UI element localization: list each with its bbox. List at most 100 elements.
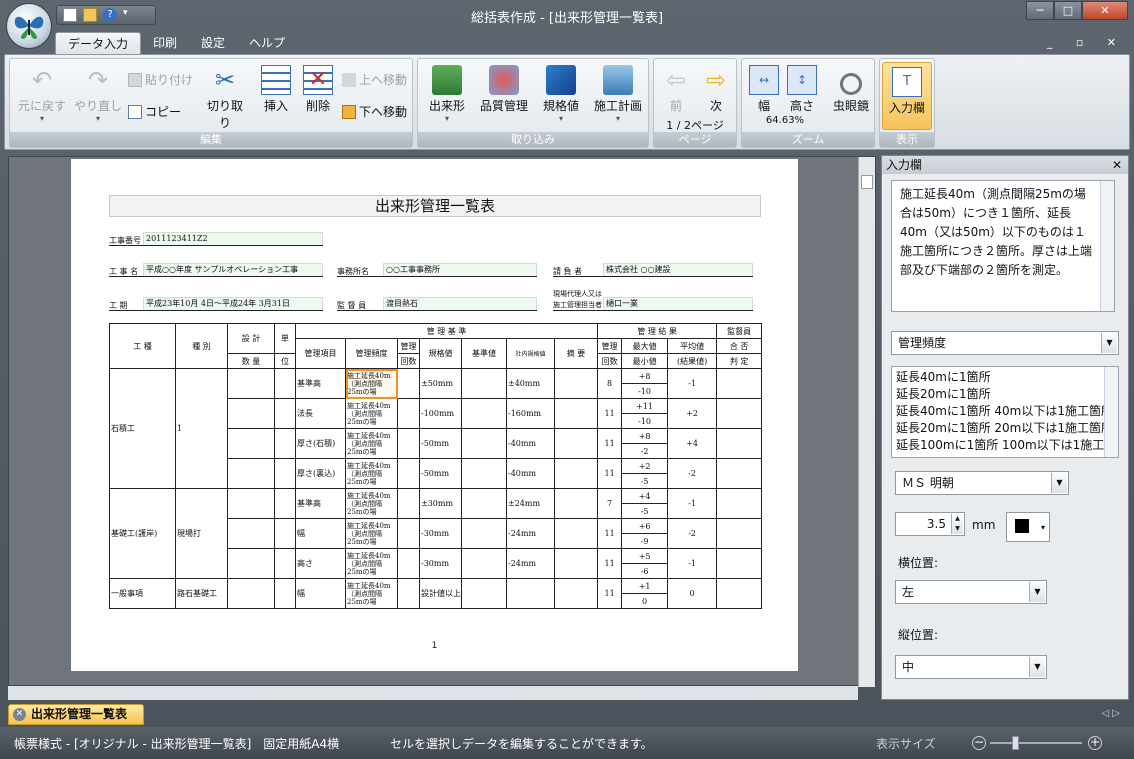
cell-design[interactable] [227, 398, 275, 429]
cell-bikou[interactable] [553, 368, 599, 399]
cell-kikaku[interactable]: ±50mm [419, 368, 462, 399]
cell-kijun[interactable] [461, 488, 507, 519]
redo-button[interactable]: ↷ やり直し ▾ [72, 65, 124, 123]
cell-bikou[interactable] [553, 548, 599, 579]
input-pane-toggle[interactable]: T 入力欄 [882, 62, 932, 130]
cell-unit[interactable] [274, 488, 296, 519]
cell-design[interactable] [227, 548, 275, 579]
cell-unit[interactable] [274, 458, 296, 489]
value-office[interactable]: ○○工事事務所 [383, 263, 537, 277]
cell-shanai[interactable]: ±24mm [506, 488, 555, 519]
cell-count[interactable]: 7 [597, 488, 623, 519]
move-down-button[interactable]: 下へ移動 [342, 103, 407, 120]
cell-kijun[interactable] [461, 578, 507, 609]
cell-shanai[interactable]: -40mm [506, 458, 555, 489]
paste-button[interactable]: 貼り付け [128, 71, 193, 88]
cell-freq[interactable]: 施工延長40m（測点間隔25mの場 [345, 488, 398, 519]
cell-kijun[interactable] [461, 428, 507, 459]
cell-min[interactable]: -6 [621, 563, 669, 579]
value-contractor[interactable]: 株式会社 ○○建設 [603, 263, 753, 277]
cell-unit[interactable] [274, 398, 296, 429]
horizontal-scrollbar[interactable] [8, 686, 858, 700]
cell-unit[interactable] [274, 518, 296, 549]
cell-unit[interactable] [274, 428, 296, 459]
fit-height-button[interactable]: ↕ 高さ [784, 65, 820, 114]
list-item[interactable]: 延長20mに1箇所 [896, 386, 1102, 403]
cell-judge[interactable] [716, 488, 763, 519]
cell-max[interactable]: +8 [621, 428, 669, 444]
fit-width-button[interactable]: ↔ 幅 [746, 65, 782, 114]
cell-min[interactable]: -5 [621, 473, 669, 489]
cell-kijun[interactable] [461, 398, 507, 429]
cell-freq[interactable]: 施工延長40m（測点間隔25mの場 [345, 458, 398, 489]
cell-freq[interactable]: 施工延長40m（測点間隔25mの場 [345, 578, 398, 609]
cell-design[interactable] [227, 488, 275, 519]
copy-button[interactable]: コピー [128, 103, 181, 120]
magnifier-button[interactable]: 虫眼鏡 [828, 73, 874, 114]
size-stepper[interactable]: 3.5 ▲ ▼ [895, 512, 965, 536]
cell-max[interactable]: +11 [621, 398, 669, 414]
v-position-select[interactable]: 中 ▼ [895, 655, 1047, 679]
dekigata-button[interactable]: 出来形 ▾ [422, 65, 472, 123]
cell-shubetsu[interactable]: 路石基礎工 [175, 578, 228, 609]
cell-bikou[interactable] [553, 578, 599, 609]
document-tab[interactable]: ✕ 出来形管理一覧表 [8, 704, 144, 725]
cell-kikaku[interactable]: -30mm [419, 518, 462, 549]
cell-kanri-count[interactable] [397, 488, 420, 519]
insert-button[interactable]: 挿入 [256, 65, 296, 114]
cell-shanai[interactable]: -40mm [506, 428, 555, 459]
cell-avg[interactable]: -1 [667, 548, 718, 579]
cell-item[interactable]: 厚さ(裏込) [295, 458, 346, 489]
tab-settings[interactable]: 設定 [189, 32, 237, 54]
cell-bikou[interactable] [553, 458, 599, 489]
cell-kijun[interactable] [461, 518, 507, 549]
cell-kikaku[interactable]: -50mm [419, 428, 462, 459]
cell-judge[interactable] [716, 428, 763, 459]
h-position-select[interactable]: 左 ▼ [895, 580, 1047, 604]
delete-button[interactable]: ✕ 削除 [298, 65, 338, 114]
scroll-thumb[interactable] [861, 175, 873, 189]
standard-button[interactable]: 規格値 ▾ [536, 65, 586, 123]
options-list[interactable]: 延長40mに1箇所 延長20mに1箇所 延長40mに1箇所 40m以下は1施工箇… [891, 366, 1119, 458]
cell-avg[interactable]: -2 [667, 518, 718, 549]
tab-help[interactable]: ヘルプ [237, 32, 297, 54]
cell-max[interactable]: +8 [621, 368, 669, 384]
cell-freq[interactable]: 施工延長40m（測点間隔25mの場 [345, 518, 398, 549]
cell-count[interactable]: 11 [597, 518, 623, 549]
cell-kanri-count[interactable] [397, 398, 420, 429]
value-job-no[interactable]: 2011123411Z2 [143, 232, 323, 246]
list-item[interactable]: 延長20mに1箇所 20m以下は1施工箇所 [896, 420, 1113, 437]
cut-button[interactable]: ✂ 切り取り [202, 65, 248, 131]
cell-max[interactable]: +4 [621, 488, 669, 504]
cell-count[interactable]: 11 [597, 548, 623, 579]
cell-kanri-count[interactable] [397, 428, 420, 459]
cell-bikou[interactable] [553, 488, 599, 519]
tab-data-input[interactable]: データ入力 [55, 32, 142, 54]
cell-judge[interactable] [716, 398, 763, 429]
zoom-thumb[interactable] [1012, 736, 1019, 750]
cell-shubetsu[interactable]: 現場打 [175, 488, 228, 579]
cell-avg[interactable]: -2 [667, 458, 718, 489]
plan-button[interactable]: 施工計画 ▾ [590, 65, 646, 123]
cell-shubetsu[interactable]: 1 [175, 368, 228, 489]
stepper-arrows-icon[interactable]: ▲ ▼ [951, 514, 963, 534]
cell-max[interactable]: +2 [621, 458, 669, 474]
tab-print[interactable]: 印刷 [141, 32, 189, 54]
cell-kikaku[interactable]: ±30mm [419, 488, 462, 519]
cell-count[interactable]: 11 [597, 578, 623, 609]
cell-avg[interactable]: +4 [667, 428, 718, 459]
cell-judge[interactable] [716, 518, 763, 549]
move-up-button[interactable]: 上へ移動 [342, 71, 407, 88]
cell-unit[interactable] [274, 548, 296, 579]
cell-count[interactable]: 11 [597, 458, 623, 489]
vertical-scrollbar[interactable] [858, 157, 875, 687]
close-button[interactable]: ✕ [1082, 1, 1128, 20]
next-page-button[interactable]: ⇨ 次 [698, 65, 734, 114]
cell-judge[interactable] [716, 458, 763, 489]
cell-item[interactable]: 基準高 [295, 488, 346, 519]
value-supervisor[interactable]: 渡目熱石 [383, 297, 537, 311]
tab-scroll-icon[interactable]: ◁ ▷ [1101, 708, 1120, 719]
maximize-button[interactable]: □ [1054, 1, 1082, 20]
cell-freq[interactable]: 施工延長40m（測点間隔25mの場 [345, 548, 398, 579]
cell-kouhou[interactable]: 石積工 [109, 368, 176, 489]
